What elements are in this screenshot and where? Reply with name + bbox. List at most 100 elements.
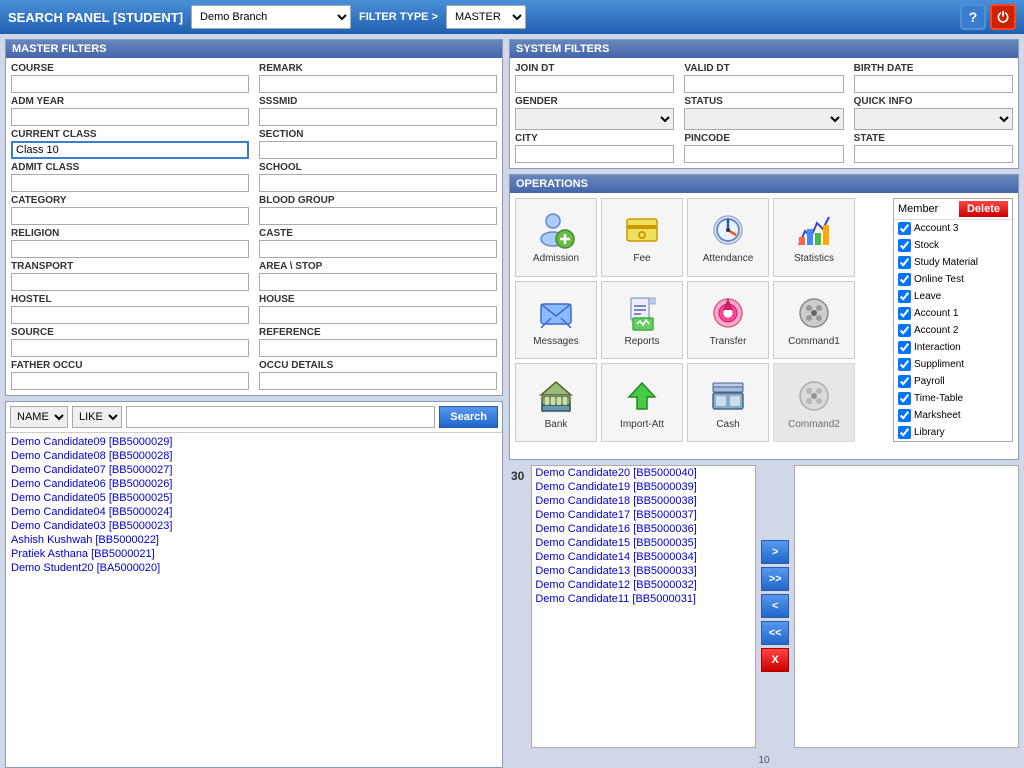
checkbox-item[interactable]: Study Material — [894, 254, 1012, 271]
fatheroccu-input[interactable] — [11, 372, 249, 390]
checkbox-input[interactable] — [898, 392, 911, 405]
list-item[interactable]: Demo Candidate15 [BB5000035] — [532, 536, 755, 550]
import-att-button[interactable]: Import-Att — [601, 363, 683, 442]
sssmid-input[interactable] — [259, 108, 497, 126]
branch-select[interactable]: Demo Branch — [191, 5, 351, 29]
checkbox-input[interactable] — [898, 375, 911, 388]
checkbox-item[interactable]: Payroll — [894, 373, 1012, 390]
list-item[interactable]: Demo Candidate18 [BB5000038] — [532, 494, 755, 508]
attendance-button[interactable]: Attendance — [687, 198, 769, 277]
checkbox-input[interactable] — [898, 273, 911, 286]
list-item[interactable]: Demo Candidate03 [BB5000023] — [8, 519, 500, 533]
school-input[interactable] — [259, 174, 497, 192]
occudetails-input[interactable] — [259, 372, 497, 390]
checkbox-item[interactable]: Account 1 — [894, 305, 1012, 322]
checkbox-item[interactable]: Library — [894, 424, 1012, 441]
search-input[interactable] — [126, 406, 435, 428]
list-item[interactable]: Demo Candidate07 [BB5000027] — [8, 463, 500, 477]
pincode-input[interactable] — [684, 145, 843, 163]
checkbox-item[interactable]: Leave — [894, 288, 1012, 305]
religion-input[interactable] — [11, 240, 249, 258]
birthdate-input[interactable] — [854, 75, 1013, 93]
checkbox-item[interactable]: Interaction — [894, 339, 1012, 356]
checkbox-input[interactable] — [898, 341, 911, 354]
delete-button[interactable]: Delete — [959, 201, 1008, 217]
list-item[interactable]: Ashish Kushwah [BB5000022] — [8, 533, 500, 547]
bank-button[interactable]: Bank — [515, 363, 597, 442]
checkbox-item[interactable]: Suppliment — [894, 356, 1012, 373]
list-item[interactable]: Demo Candidate20 [BB5000040] — [532, 466, 755, 480]
transport-input[interactable] — [11, 273, 249, 291]
gender-select[interactable]: MaleFemale — [515, 108, 674, 130]
checkbox-item[interactable]: Online Test — [894, 271, 1012, 288]
checkbox-item[interactable]: Time-Table — [894, 390, 1012, 407]
joindt-input[interactable] — [515, 75, 674, 93]
search-button[interactable]: Search — [439, 406, 498, 428]
help-button[interactable]: ? — [960, 4, 986, 30]
checkbox-input[interactable] — [898, 409, 911, 422]
command2-button[interactable]: Command2 — [773, 363, 855, 442]
list-item[interactable]: Demo Candidate16 [BB5000036] — [532, 522, 755, 536]
bloodgroup-input[interactable] — [259, 207, 497, 225]
list-item[interactable]: Demo Candidate08 [BB5000028] — [8, 449, 500, 463]
list-item[interactable]: Demo Candidate04 [BB5000024] — [8, 505, 500, 519]
currentclass-input[interactable] — [11, 141, 249, 159]
category-input[interactable] — [11, 207, 249, 225]
quickinfo-select[interactable] — [854, 108, 1013, 130]
admitclass-input[interactable] — [11, 174, 249, 192]
checkbox-item[interactable]: Account 2 — [894, 322, 1012, 339]
cash-button[interactable]: Cash — [687, 363, 769, 442]
command1-button[interactable]: Command1 — [773, 281, 855, 360]
house-input[interactable] — [259, 306, 497, 324]
reports-button[interactable]: Reports — [601, 281, 683, 360]
state-input[interactable] — [854, 145, 1013, 163]
reference-input[interactable] — [259, 339, 497, 357]
power-button[interactable]: ⏻ — [990, 4, 1016, 30]
checkbox-input[interactable] — [898, 290, 911, 303]
checkbox-input[interactable] — [898, 324, 911, 337]
course-input[interactable] — [11, 75, 249, 93]
source-input[interactable] — [11, 339, 249, 357]
clear-button[interactable]: X — [761, 648, 789, 672]
move-left-button[interactable]: < — [761, 594, 789, 618]
search-operator-select[interactable]: LIKE — [72, 406, 122, 428]
list-item[interactable]: Demo Candidate05 [BB5000025] — [8, 491, 500, 505]
checkbox-item[interactable]: Stock — [894, 237, 1012, 254]
statistics-button[interactable]: Statistics — [773, 198, 855, 277]
caste-input[interactable] — [259, 240, 497, 258]
list-item[interactable]: Demo Candidate06 [BB5000026] — [8, 477, 500, 491]
transfer-button[interactable]: Transfer — [687, 281, 769, 360]
checkbox-input[interactable] — [898, 239, 911, 252]
move-right-button[interactable]: > — [761, 540, 789, 564]
city-input[interactable] — [515, 145, 674, 163]
checkbox-input[interactable] — [898, 358, 911, 371]
hostel-input[interactable] — [11, 306, 249, 324]
fee-button[interactable]: Fee — [601, 198, 683, 277]
checkbox-item[interactable]: Account 3 — [894, 220, 1012, 237]
move-all-left-button[interactable]: << — [761, 621, 789, 645]
search-field-select[interactable]: NAME — [10, 406, 68, 428]
list-item[interactable]: Demo Candidate14 [BB5000034] — [532, 550, 755, 564]
list-item[interactable]: Demo Candidate11 [BB5000031] — [532, 592, 755, 606]
list-item[interactable]: Demo Candidate19 [BB5000039] — [532, 480, 755, 494]
admyear-input[interactable] — [11, 108, 249, 126]
section-input[interactable] — [259, 141, 497, 159]
list-item[interactable]: Demo Student20 [BA5000020] — [8, 561, 500, 575]
list-item[interactable]: Demo Candidate12 [BB5000032] — [532, 578, 755, 592]
checkbox-input[interactable] — [898, 307, 911, 320]
checkbox-input[interactable] — [898, 256, 911, 269]
move-all-right-button[interactable]: >> — [761, 567, 789, 591]
list-item[interactable]: Pratiek Asthana [BB5000021] — [8, 547, 500, 561]
checkbox-input[interactable] — [898, 222, 911, 235]
validdt-input[interactable] — [684, 75, 843, 93]
filter-type-select[interactable]: MASTER — [446, 5, 526, 29]
list-item[interactable]: Demo Candidate17 [BB5000037] — [532, 508, 755, 522]
checkbox-input[interactable] — [898, 426, 911, 439]
checkbox-item[interactable]: Marksheet — [894, 407, 1012, 424]
status-select[interactable]: ActiveInactive — [684, 108, 843, 130]
list-item[interactable]: Demo Candidate09 [BB5000029] — [8, 435, 500, 449]
admission-button[interactable]: Admission — [515, 198, 597, 277]
areastop-input[interactable] — [259, 273, 497, 291]
messages-button[interactable]: Messages — [515, 281, 597, 360]
remark-input[interactable] — [259, 75, 497, 93]
